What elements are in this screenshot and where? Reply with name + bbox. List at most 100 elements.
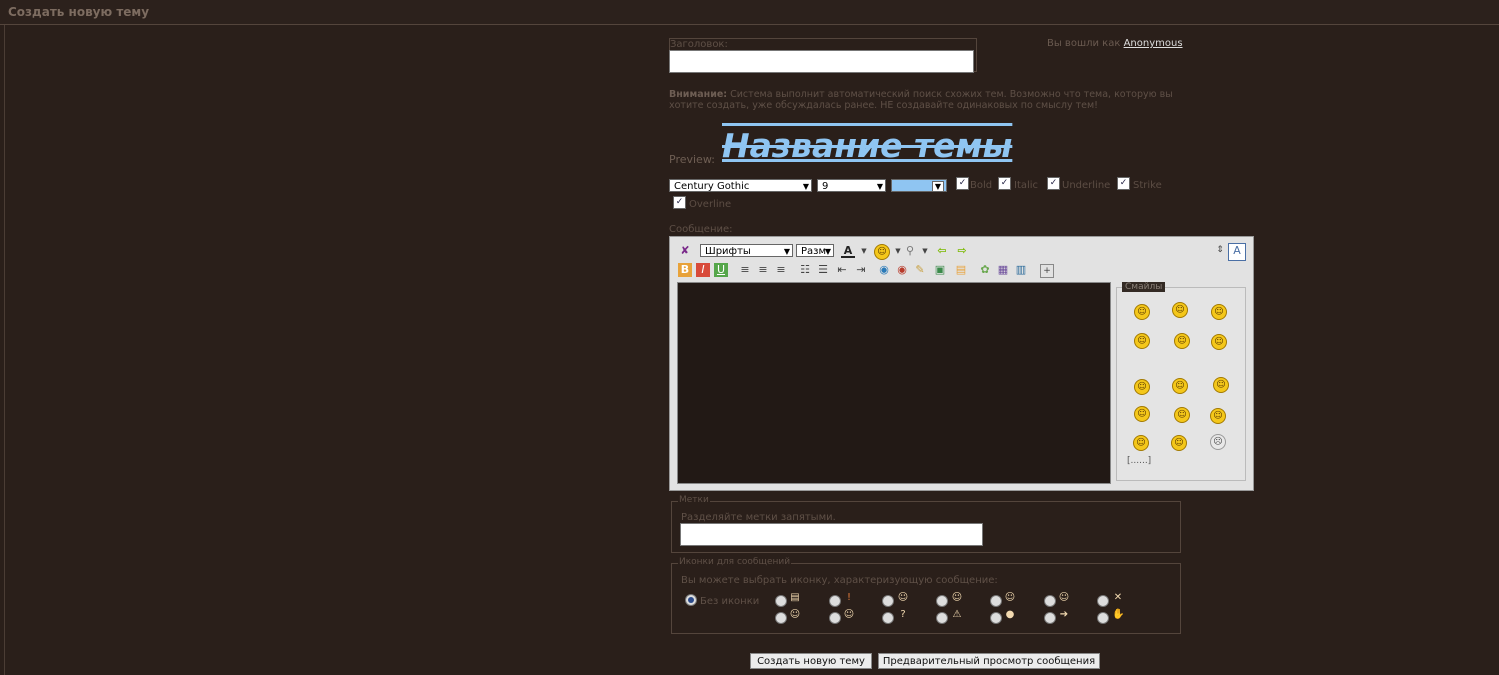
- redo-icon[interactable]: ⇨: [955, 244, 969, 258]
- color-select[interactable]: ▼: [891, 179, 947, 192]
- bold-checkbox[interactable]: ✓: [956, 177, 969, 190]
- strike-checkbox[interactable]: ✓: [1117, 177, 1130, 190]
- no-icon-radio[interactable]: [685, 594, 697, 606]
- bullet-list-icon[interactable]: ☰: [816, 263, 830, 277]
- smiley-icon[interactable]: ☺: [1174, 333, 1190, 349]
- editor-font-select[interactable]: Шрифты ▼: [700, 244, 793, 257]
- note-icon: ▤: [790, 592, 800, 603]
- undo-icon[interactable]: ⇦: [935, 244, 949, 258]
- icon-radio[interactable]: [1044, 612, 1056, 624]
- tags-input[interactable]: [680, 523, 983, 546]
- title-label: Заголовок:: [670, 39, 728, 50]
- smiley-icon[interactable]: ☺: [1210, 408, 1226, 424]
- icon-radio[interactable]: [990, 612, 1002, 624]
- chevron-down-icon: ▼: [802, 182, 809, 191]
- title-input[interactable]: [669, 50, 974, 73]
- font-size-select[interactable]: 9 ▼: [817, 179, 886, 192]
- paperclip-icon[interactable]: ⚲: [903, 244, 917, 258]
- italic-checkbox[interactable]: ✓: [998, 177, 1011, 190]
- icon-radio[interactable]: [990, 595, 1002, 607]
- lightbulb-icon: ●: [1005, 609, 1015, 620]
- code-icon[interactable]: ▥: [1014, 263, 1028, 277]
- insert-smiley-icon[interactable]: ☺: [874, 244, 890, 260]
- icon-radio[interactable]: [936, 612, 948, 624]
- icon-radio[interactable]: [829, 612, 841, 624]
- editor-size-select[interactable]: Разм ▼: [796, 244, 834, 257]
- chevron-down-icon: ▼: [783, 247, 790, 256]
- message-textarea[interactable]: [677, 282, 1111, 484]
- resize-icon[interactable]: ⇕: [1213, 243, 1227, 257]
- more-smileys-link[interactable]: [......]: [1127, 456, 1151, 466]
- smiley-icon[interactable]: ☺: [1174, 407, 1190, 423]
- arrow-icon: ➔: [1059, 609, 1069, 620]
- media-icon[interactable]: ▦: [996, 263, 1010, 277]
- align-right-icon[interactable]: ≡: [774, 263, 788, 277]
- chevron-down-icon: ▼: [824, 247, 831, 256]
- pencil-icon[interactable]: ✎: [913, 263, 927, 277]
- indent-icon[interactable]: ⇥: [854, 263, 868, 277]
- bold-label: Bold: [970, 180, 993, 191]
- smiley-icon[interactable]: ☺: [1133, 435, 1149, 451]
- outdent-icon[interactable]: ⇤: [835, 263, 849, 277]
- font-size-value: 9: [822, 181, 829, 192]
- text-color-icon[interactable]: A: [841, 244, 855, 258]
- align-center-icon[interactable]: ≡: [756, 263, 770, 277]
- align-left-icon[interactable]: ≡: [738, 263, 752, 277]
- preview-title: Название темы: [722, 126, 1013, 165]
- icon-radio[interactable]: [775, 595, 787, 607]
- chevron-down-icon: ▼: [876, 182, 883, 191]
- icon-radio[interactable]: [1097, 595, 1109, 607]
- warning-bold: Внимание:: [669, 89, 728, 100]
- numbered-list-icon[interactable]: ☷: [798, 263, 812, 277]
- font-family-select[interactable]: Century Gothic ▼: [669, 179, 812, 192]
- create-topic-button[interactable]: Создать новую тему: [750, 653, 872, 669]
- tags-legend: Метки: [678, 495, 710, 505]
- smiley-icon[interactable]: ☹: [1210, 434, 1226, 450]
- icon-radio[interactable]: [775, 612, 787, 624]
- icon-radio[interactable]: [1097, 612, 1109, 624]
- login-user-link[interactable]: Anonymous: [1124, 38, 1183, 49]
- more-tools-icon[interactable]: +: [1040, 264, 1054, 278]
- smiley-icon[interactable]: ☺: [1134, 304, 1150, 320]
- close-icon: ✕: [1113, 592, 1123, 603]
- face-icon: ☺: [1058, 592, 1070, 603]
- smiley-icon[interactable]: ☺: [1213, 377, 1229, 393]
- icon-radio[interactable]: [882, 612, 894, 624]
- globe-link-icon[interactable]: ◉: [877, 263, 891, 277]
- smiley-icon[interactable]: ☺: [1171, 435, 1187, 451]
- underline-icon[interactable]: U: [714, 263, 728, 277]
- gear-icon[interactable]: ✿: [978, 263, 992, 277]
- unlink-icon[interactable]: ◉: [895, 263, 909, 277]
- smiley-icon[interactable]: ☺: [1172, 302, 1188, 318]
- smiley-icon[interactable]: ☺: [1211, 304, 1227, 320]
- source-mode-icon[interactable]: A: [1228, 243, 1246, 261]
- smiley-icon[interactable]: ☺: [1211, 334, 1227, 350]
- chevron-down-icon[interactable]: ▼: [918, 244, 932, 258]
- warning-body: Система выполнит автоматический поиск сх…: [669, 89, 1173, 111]
- icon-radio[interactable]: [1044, 595, 1056, 607]
- smiley-icon[interactable]: ☺: [1134, 333, 1150, 349]
- overline-label: Overline: [689, 199, 732, 210]
- overline-checkbox[interactable]: ✓: [673, 196, 686, 209]
- preview-label: Preview:: [669, 153, 715, 166]
- icon-radio[interactable]: [829, 595, 841, 607]
- underline-checkbox[interactable]: ✓: [1047, 177, 1060, 190]
- message-icons-legend: Иконки для сообщений: [678, 557, 792, 567]
- preview-button[interactable]: Предварительный просмотр сообщения: [878, 653, 1100, 669]
- page-header: Создать новую тему: [0, 0, 1499, 25]
- tags-hint: Разделяйте метки запятыми.: [681, 512, 836, 523]
- italic-icon[interactable]: I: [696, 263, 710, 277]
- message-label: Сообщение:: [669, 224, 733, 235]
- smiley-icon[interactable]: ☺: [1172, 378, 1188, 394]
- smiley-icon[interactable]: ☺: [1134, 379, 1150, 395]
- strike-label: Strike: [1133, 180, 1162, 191]
- image-icon[interactable]: ▣: [933, 263, 947, 277]
- bold-icon[interactable]: B: [678, 263, 692, 277]
- remove-format-icon[interactable]: ✘: [678, 244, 692, 258]
- face-icon: ☺: [843, 609, 855, 620]
- chevron-down-icon[interactable]: ▼: [857, 244, 871, 258]
- smiley-icon[interactable]: ☺: [1134, 406, 1150, 422]
- quote-icon[interactable]: ▤: [954, 263, 968, 277]
- icon-radio[interactable]: [882, 595, 894, 607]
- icon-radio[interactable]: [936, 595, 948, 607]
